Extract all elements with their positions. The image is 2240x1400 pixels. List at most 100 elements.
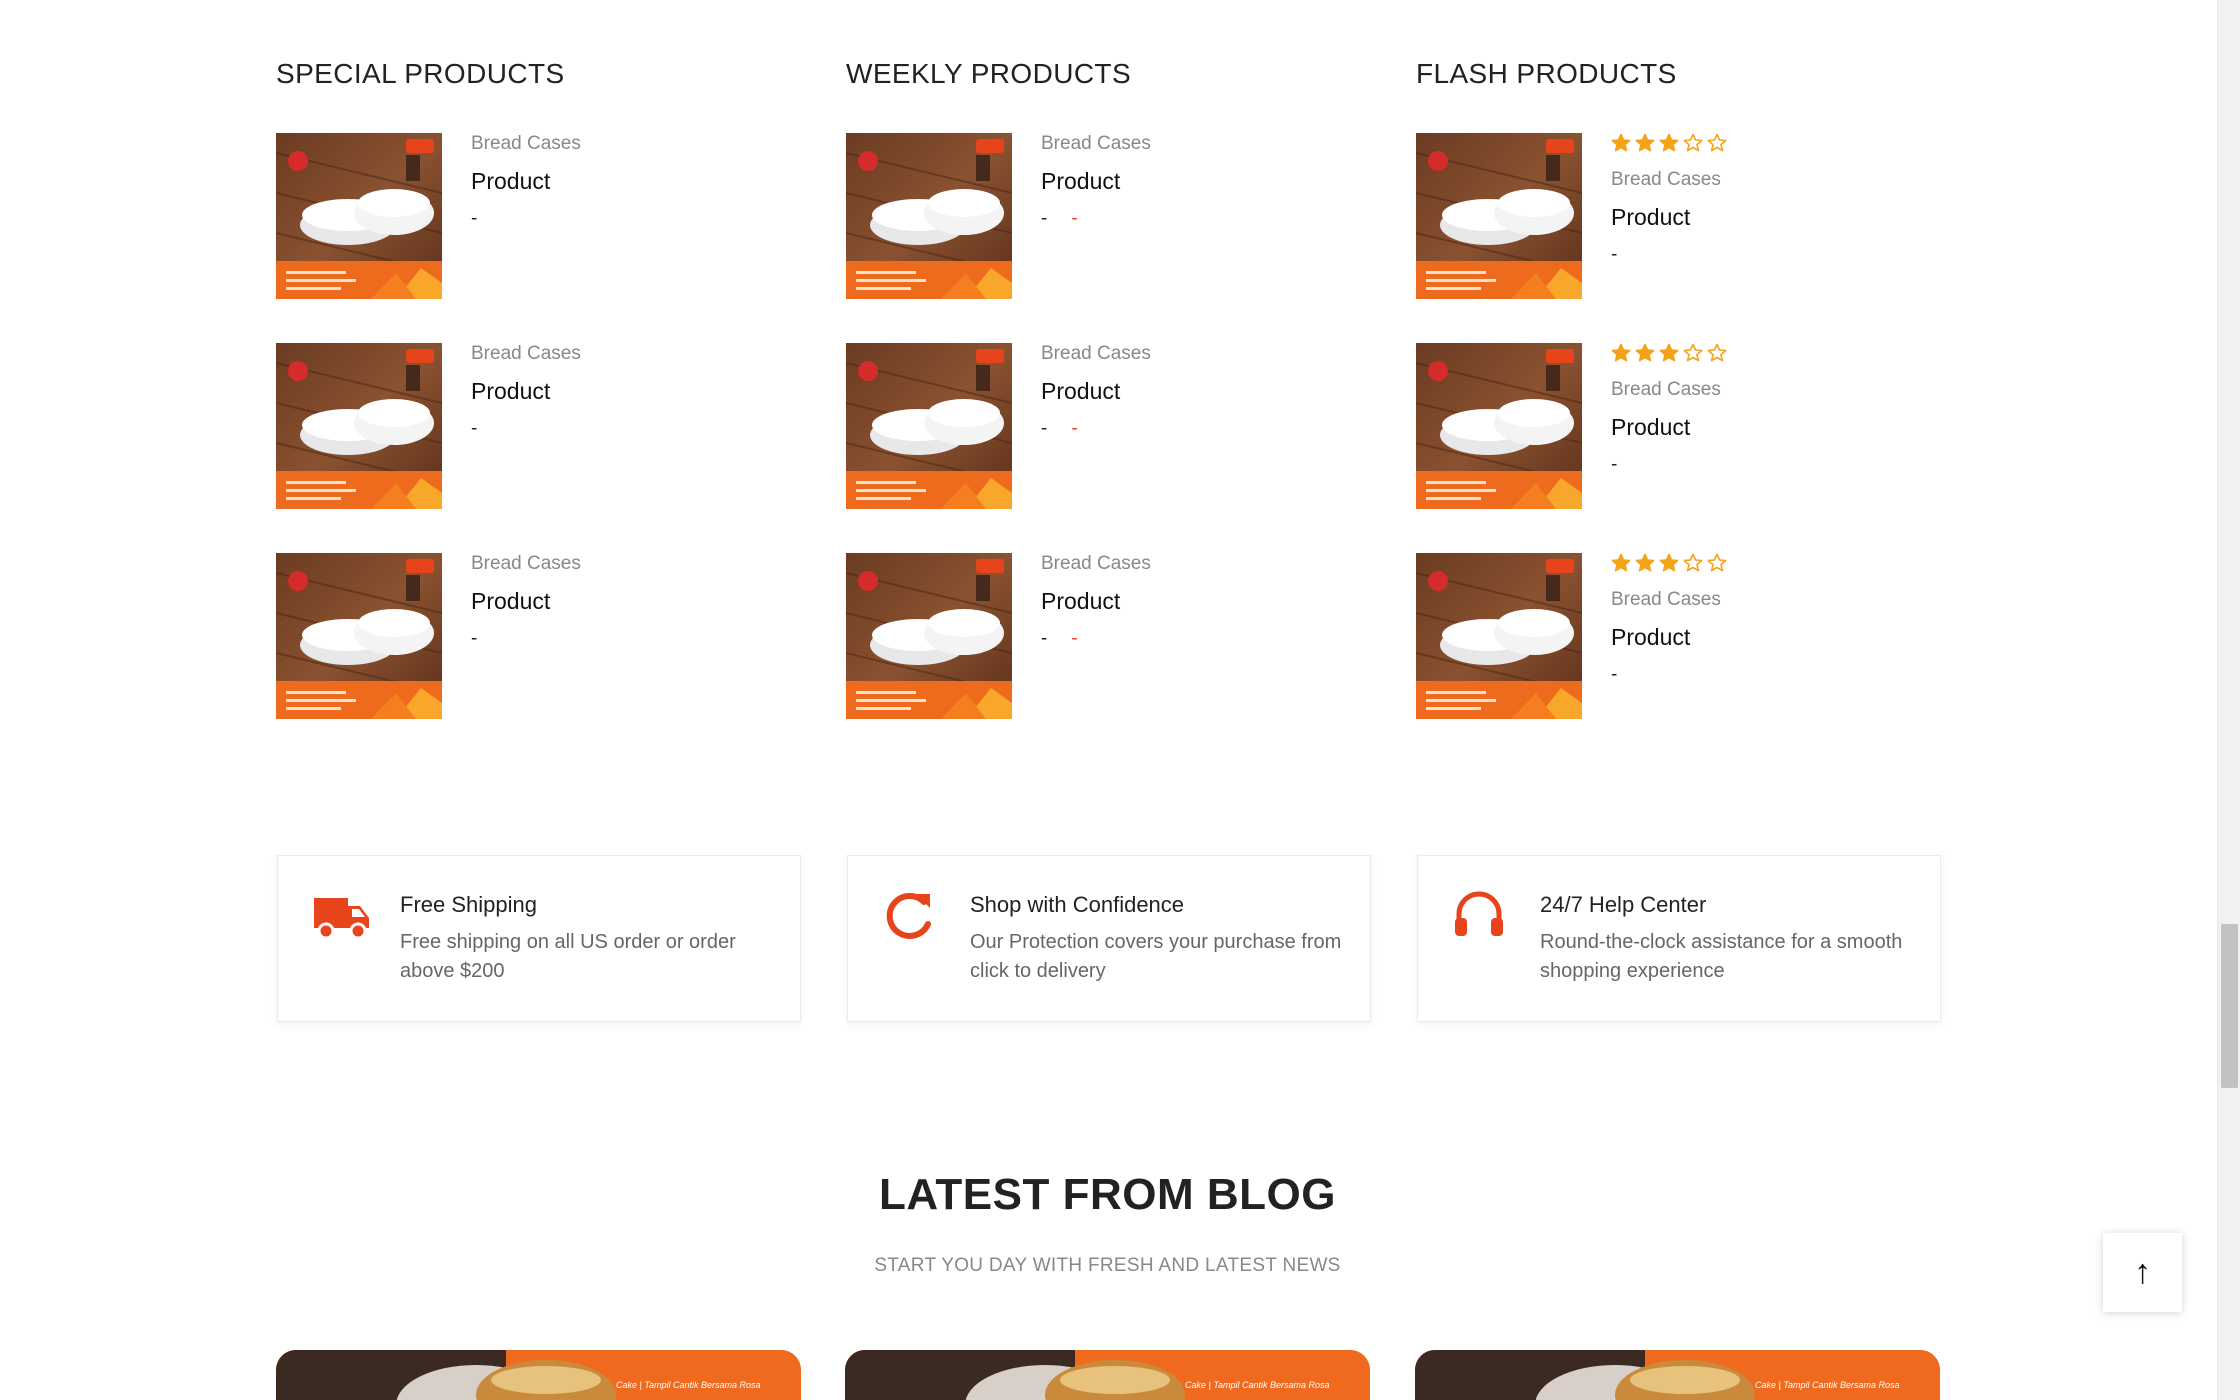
product-item[interactable]: Bread Cases Product - (276, 133, 802, 299)
star-filled-icon (1611, 553, 1631, 572)
product-info: Bread Cases Product - - (1041, 133, 1151, 230)
product-image (846, 343, 1012, 509)
special-products-title: SPECIAL PRODUCTS (276, 58, 565, 89)
product-category[interactable]: Bread Cases (1611, 169, 1727, 191)
product-image (1416, 343, 1582, 509)
product-old-price: - (1071, 418, 1078, 439)
product-info: Bread Cases Product - (1611, 133, 1727, 266)
product-thumbnail[interactable] (276, 133, 442, 299)
blog-card[interactable]: Cake | Tampil Cantik Bersama Rosa (1415, 1350, 1940, 1400)
headphones-icon (1452, 890, 1510, 944)
product-image (276, 343, 442, 509)
product-image (1416, 553, 1582, 719)
product-price: -- (1041, 208, 1151, 230)
product-name[interactable]: Product (471, 168, 581, 194)
product-category[interactable]: Bread Cases (1041, 133, 1151, 155)
arrow-up-icon: ↑ (2134, 1253, 2151, 1291)
feature-description: Free shipping on all US order or order a… (400, 931, 736, 982)
blog-card[interactable]: Cake | Tampil Cantik Bersama Rosa (276, 1350, 801, 1400)
product-current-price: - (471, 208, 478, 229)
product-info: Bread Cases Product - (471, 553, 581, 650)
product-item[interactable]: Bread Cases Product - - (846, 553, 1372, 719)
product-item[interactable]: Bread Cases Product - - (846, 343, 1372, 509)
product-name[interactable]: Product (1611, 204, 1727, 230)
blog-card-image (845, 1350, 1370, 1400)
product-name[interactable]: Product (1041, 168, 1151, 194)
product-thumbnail[interactable] (276, 553, 442, 719)
feature-description: Our Protection covers your purchase from… (970, 931, 1342, 982)
back-to-top-button[interactable]: ↑ (2103, 1233, 2182, 1312)
product-category[interactable]: Bread Cases (471, 553, 581, 575)
product-price: -- (1041, 628, 1151, 650)
blog-card[interactable]: Cake | Tampil Cantik Bersama Rosa (845, 1350, 1370, 1400)
product-old-price: - (1071, 208, 1078, 229)
refresh-icon (882, 890, 940, 944)
feature-title: 24/7 Help Center (1540, 892, 1707, 917)
blog-card-tag: Cake | Tampil Cantik Bersama Rosa (1185, 1380, 1330, 1390)
product-category[interactable]: Bread Cases (1041, 553, 1151, 575)
product-item[interactable]: Bread Cases Product - (1416, 343, 1942, 509)
product-current-price: - (471, 418, 478, 439)
product-category[interactable]: Bread Cases (471, 343, 581, 365)
product-item[interactable]: Bread Cases Product - (1416, 133, 1942, 299)
product-info: Bread Cases Product - (471, 133, 581, 230)
product-item[interactable]: Bread Cases Product - (276, 343, 802, 509)
star-empty-icon (1707, 553, 1727, 572)
star-filled-icon (1611, 343, 1631, 362)
product-image (276, 133, 442, 299)
product-category[interactable]: Bread Cases (471, 133, 581, 155)
product-thumbnail[interactable] (846, 133, 1012, 299)
blog-card-tag: Cake | Tampil Cantik Bersama Rosa (616, 1380, 761, 1390)
product-rating (1611, 553, 1727, 575)
product-thumbnail[interactable] (276, 343, 442, 509)
product-rating (1611, 343, 1727, 365)
scrollbar-thumb[interactable] (2221, 924, 2238, 1088)
product-item[interactable]: Bread Cases Product - (1416, 553, 1942, 719)
product-item[interactable]: Bread Cases Product - - (846, 133, 1372, 299)
product-price: - (471, 208, 581, 230)
product-info: Bread Cases Product - - (1041, 343, 1151, 440)
product-price: -- (1041, 418, 1151, 440)
blog-card-image (1415, 1350, 1940, 1400)
star-empty-icon (1683, 553, 1703, 572)
product-current-price: - (1611, 454, 1618, 475)
star-filled-icon (1659, 553, 1679, 572)
product-current-price: - (1041, 628, 1048, 649)
truck-icon (312, 890, 370, 944)
feature-title: Free Shipping (400, 892, 537, 917)
product-name[interactable]: Product (1611, 624, 1727, 650)
product-thumbnail[interactable] (1416, 343, 1582, 509)
product-name[interactable]: Product (1041, 378, 1151, 404)
weekly-products-title: WEEKLY PRODUCTS (846, 58, 1132, 89)
product-price: - (471, 628, 581, 650)
feature-shop-with-confidence: Shop with Confidence Our Protection cove… (847, 855, 1371, 1022)
product-image (276, 553, 442, 719)
product-image (1416, 133, 1582, 299)
product-category[interactable]: Bread Cases (1611, 379, 1727, 401)
page-scrollbar[interactable] (2217, 0, 2240, 1400)
product-thumbnail[interactable] (846, 343, 1012, 509)
product-price: - (1611, 244, 1727, 266)
product-item[interactable]: Bread Cases Product - (276, 553, 802, 719)
feature-help-center: 24/7 Help Center Round-the-clock assista… (1417, 855, 1941, 1022)
product-current-price: - (1041, 418, 1048, 439)
product-name[interactable]: Product (471, 378, 581, 404)
product-thumbnail[interactable] (1416, 553, 1582, 719)
product-price: - (471, 418, 581, 440)
blog-card-tag: Cake | Tampil Cantik Bersama Rosa (1755, 1380, 1900, 1390)
product-rating (1611, 133, 1727, 155)
product-category[interactable]: Bread Cases (1041, 343, 1151, 365)
product-image (846, 553, 1012, 719)
product-current-price: - (1611, 664, 1618, 685)
product-current-price: - (1611, 244, 1618, 265)
product-thumbnail[interactable] (1416, 133, 1582, 299)
product-name[interactable]: Product (1611, 414, 1727, 440)
star-empty-icon (1707, 133, 1727, 152)
star-filled-icon (1659, 133, 1679, 152)
product-info: Bread Cases Product - - (1041, 553, 1151, 650)
star-filled-icon (1635, 343, 1655, 362)
product-category[interactable]: Bread Cases (1611, 589, 1727, 611)
product-name[interactable]: Product (471, 588, 581, 614)
product-thumbnail[interactable] (846, 553, 1012, 719)
product-name[interactable]: Product (1041, 588, 1151, 614)
